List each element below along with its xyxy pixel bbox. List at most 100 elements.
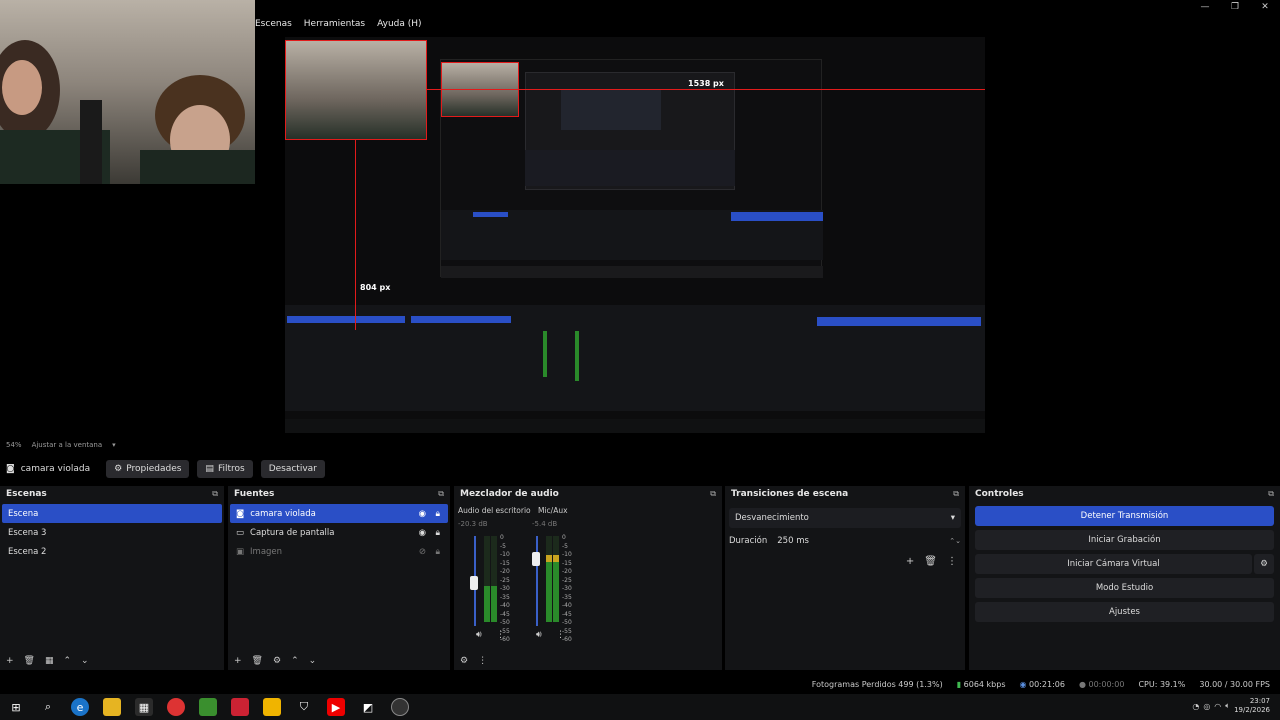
- height-label: 804 px: [360, 283, 391, 292]
- youtube-icon[interactable]: ▶: [327, 698, 345, 716]
- volume-fader[interactable]: [536, 536, 538, 626]
- start-virtual-camera-button[interactable]: Iniciar Cámara Virtual: [975, 554, 1252, 574]
- chevron-down-icon[interactable]: ▾: [112, 441, 116, 449]
- more-options-icon[interactable]: ⋮: [478, 656, 487, 666]
- audio-level-meter: [484, 586, 490, 622]
- more-options-icon[interactable]: ⋮: [556, 630, 565, 640]
- volume-fader-knob[interactable]: [532, 552, 540, 566]
- trash-icon[interactable]: 🗑: [924, 556, 937, 567]
- meter-tick: -50: [500, 619, 510, 626]
- scene-item[interactable]: Escena: [2, 504, 222, 523]
- shield-icon[interactable]: ⛉: [295, 698, 313, 716]
- app-icon[interactable]: [199, 698, 217, 716]
- dock-menu-icon[interactable]: ⧉: [438, 489, 444, 499]
- move-down-icon[interactable]: ⌄: [309, 656, 317, 666]
- meter-scale: 0 -5 -10 -15 -20 -25 -30 -35 -40 -45 -50 -55 -60: [562, 534, 572, 645]
- add-icon[interactable]: +: [906, 556, 914, 567]
- minimize-button[interactable]: —: [1190, 0, 1220, 14]
- nested-docks: [285, 305, 985, 411]
- scene-item[interactable]: Escena 2: [2, 542, 222, 561]
- guide-line-horizontal: [427, 89, 985, 90]
- menu-herramientas[interactable]: Herramientas: [304, 19, 365, 29]
- gear-icon[interactable]: ⚙: [460, 656, 468, 666]
- preview-canvas[interactable]: 1538 px 804 px: [285, 37, 985, 433]
- more-options-icon[interactable]: ⋮: [947, 556, 957, 567]
- deactivate-button[interactable]: Desactivar: [260, 460, 325, 478]
- taskbar: ⊞ ⌕ e ▦ ⛉ ▶ ◩ ◔ ◎ ◠ 🔈︎ 23:07 19/2/2026: [0, 694, 1280, 720]
- properties-button[interactable]: ⚙ Propiedades: [106, 460, 190, 478]
- start-recording-button[interactable]: Iniciar Grabación: [975, 530, 1274, 550]
- stepper-icon[interactable]: ⌃⌄: [949, 537, 961, 545]
- duration-input[interactable]: 250 ms: [777, 536, 939, 546]
- transition-select[interactable]: Desvanecimiento ▾: [729, 508, 961, 528]
- nested-taskbar: [285, 419, 985, 433]
- dock-menu-icon[interactable]: ⧉: [212, 489, 218, 499]
- lock-icon[interactable]: 🔒︎: [435, 547, 440, 557]
- dock-menu-icon[interactable]: ⧉: [710, 489, 716, 499]
- add-icon[interactable]: +: [234, 656, 242, 666]
- file-explorer-icon[interactable]: [103, 698, 121, 716]
- search-icon[interactable]: ⌕: [39, 698, 57, 716]
- speaker-icon[interactable]: 🔊︎: [476, 630, 482, 640]
- trash-icon[interactable]: 🗑: [252, 656, 263, 666]
- menu-escenas[interactable]: Escenas: [255, 19, 292, 29]
- volume-icon[interactable]: 🔈︎: [1225, 701, 1230, 711]
- duration-label: Duración: [729, 536, 768, 546]
- sources-title: Fuentes: [234, 489, 275, 499]
- move-up-icon[interactable]: ⌃: [291, 656, 299, 666]
- eye-icon[interactable]: ◉: [419, 509, 426, 519]
- meter-tick: -10: [500, 551, 510, 558]
- clock[interactable]: 23:07 19/2/2026: [1234, 697, 1270, 715]
- width-label: 1538 px: [688, 79, 724, 88]
- tray-icon[interactable]: ◎: [1203, 702, 1210, 711]
- windows-start-icon[interactable]: ⊞: [7, 698, 25, 716]
- dock-menu-icon[interactable]: ⧉: [953, 489, 959, 499]
- source-item[interactable]: ▣ Imagen ⊘ 🔒︎: [230, 542, 448, 561]
- audio-mixer-dock: Mezclador de audio ⧉ Audio del escritorio…: [454, 486, 722, 670]
- filters-button[interactable]: ▤ Filtros: [197, 460, 253, 478]
- move-up-icon[interactable]: ⌃: [64, 656, 72, 666]
- dock-menu-icon[interactable]: ⧉: [1268, 489, 1274, 499]
- wifi-icon[interactable]: ◠: [1214, 702, 1221, 711]
- app-icon[interactable]: ◩: [359, 698, 377, 716]
- lock-icon[interactable]: 🔒︎: [435, 509, 440, 519]
- dropped-frames: Fotogramas Perdidos 499 (1.3%): [811, 679, 943, 689]
- meter-tick: -35: [500, 593, 510, 601]
- add-icon[interactable]: +: [6, 656, 14, 666]
- tray-icon[interactable]: ◔: [1192, 702, 1199, 711]
- speaker-icon[interactable]: 🔊︎: [536, 630, 542, 640]
- selected-source-frame[interactable]: [285, 40, 427, 140]
- trash-icon[interactable]: 🗑: [24, 656, 35, 666]
- chrome-icon[interactable]: [167, 698, 185, 716]
- app-icon[interactable]: [231, 698, 249, 716]
- drive-icon[interactable]: [263, 698, 281, 716]
- move-down-icon[interactable]: ⌄: [81, 656, 89, 666]
- stop-stream-button[interactable]: Detener Transmisión: [975, 506, 1274, 526]
- menu-ayuda[interactable]: Ayuda (H): [377, 19, 421, 29]
- edge-browser-icon[interactable]: e: [71, 698, 89, 716]
- eye-icon[interactable]: ◉: [419, 528, 426, 538]
- more-options-icon[interactable]: ⋮: [496, 630, 505, 640]
- monitor-icon: ▭: [236, 527, 245, 538]
- source-item[interactable]: ◙ camara violada ◉ 🔒︎: [230, 504, 448, 523]
- volume-fader-knob[interactable]: [470, 576, 478, 590]
- cpu-usage: CPU: 39.1%: [1138, 679, 1186, 689]
- source-toolbar: ◙ camara violada ⚙ Propiedades ▤ Filtros…: [0, 458, 1280, 480]
- lock-icon[interactable]: 🔒︎: [435, 528, 440, 538]
- source-item[interactable]: ▭ Captura de pantalla ◉ 🔒︎: [230, 523, 448, 542]
- studio-mode-button[interactable]: Modo Estudio: [975, 578, 1274, 598]
- settings-button[interactable]: Ajustes: [975, 602, 1274, 622]
- zoom-fit[interactable]: Ajustar a la ventana: [32, 441, 103, 449]
- maximize-button[interactable]: ❐: [1220, 0, 1250, 14]
- store-icon[interactable]: ▦: [135, 698, 153, 716]
- gear-icon[interactable]: ⚙: [273, 656, 281, 666]
- close-button[interactable]: ✕: [1250, 0, 1280, 14]
- scene-item[interactable]: Escena 3: [2, 523, 222, 542]
- virtual-camera-settings-button[interactable]: ⚙: [1254, 554, 1274, 574]
- filter-icon[interactable]: ▦: [45, 656, 54, 666]
- meter-tick: -5: [500, 542, 506, 550]
- gear-icon: ⚙: [1260, 559, 1268, 569]
- eye-hidden-icon[interactable]: ⊘: [419, 547, 426, 557]
- obs-icon[interactable]: [391, 698, 409, 716]
- zoom-value[interactable]: 54%: [6, 441, 22, 449]
